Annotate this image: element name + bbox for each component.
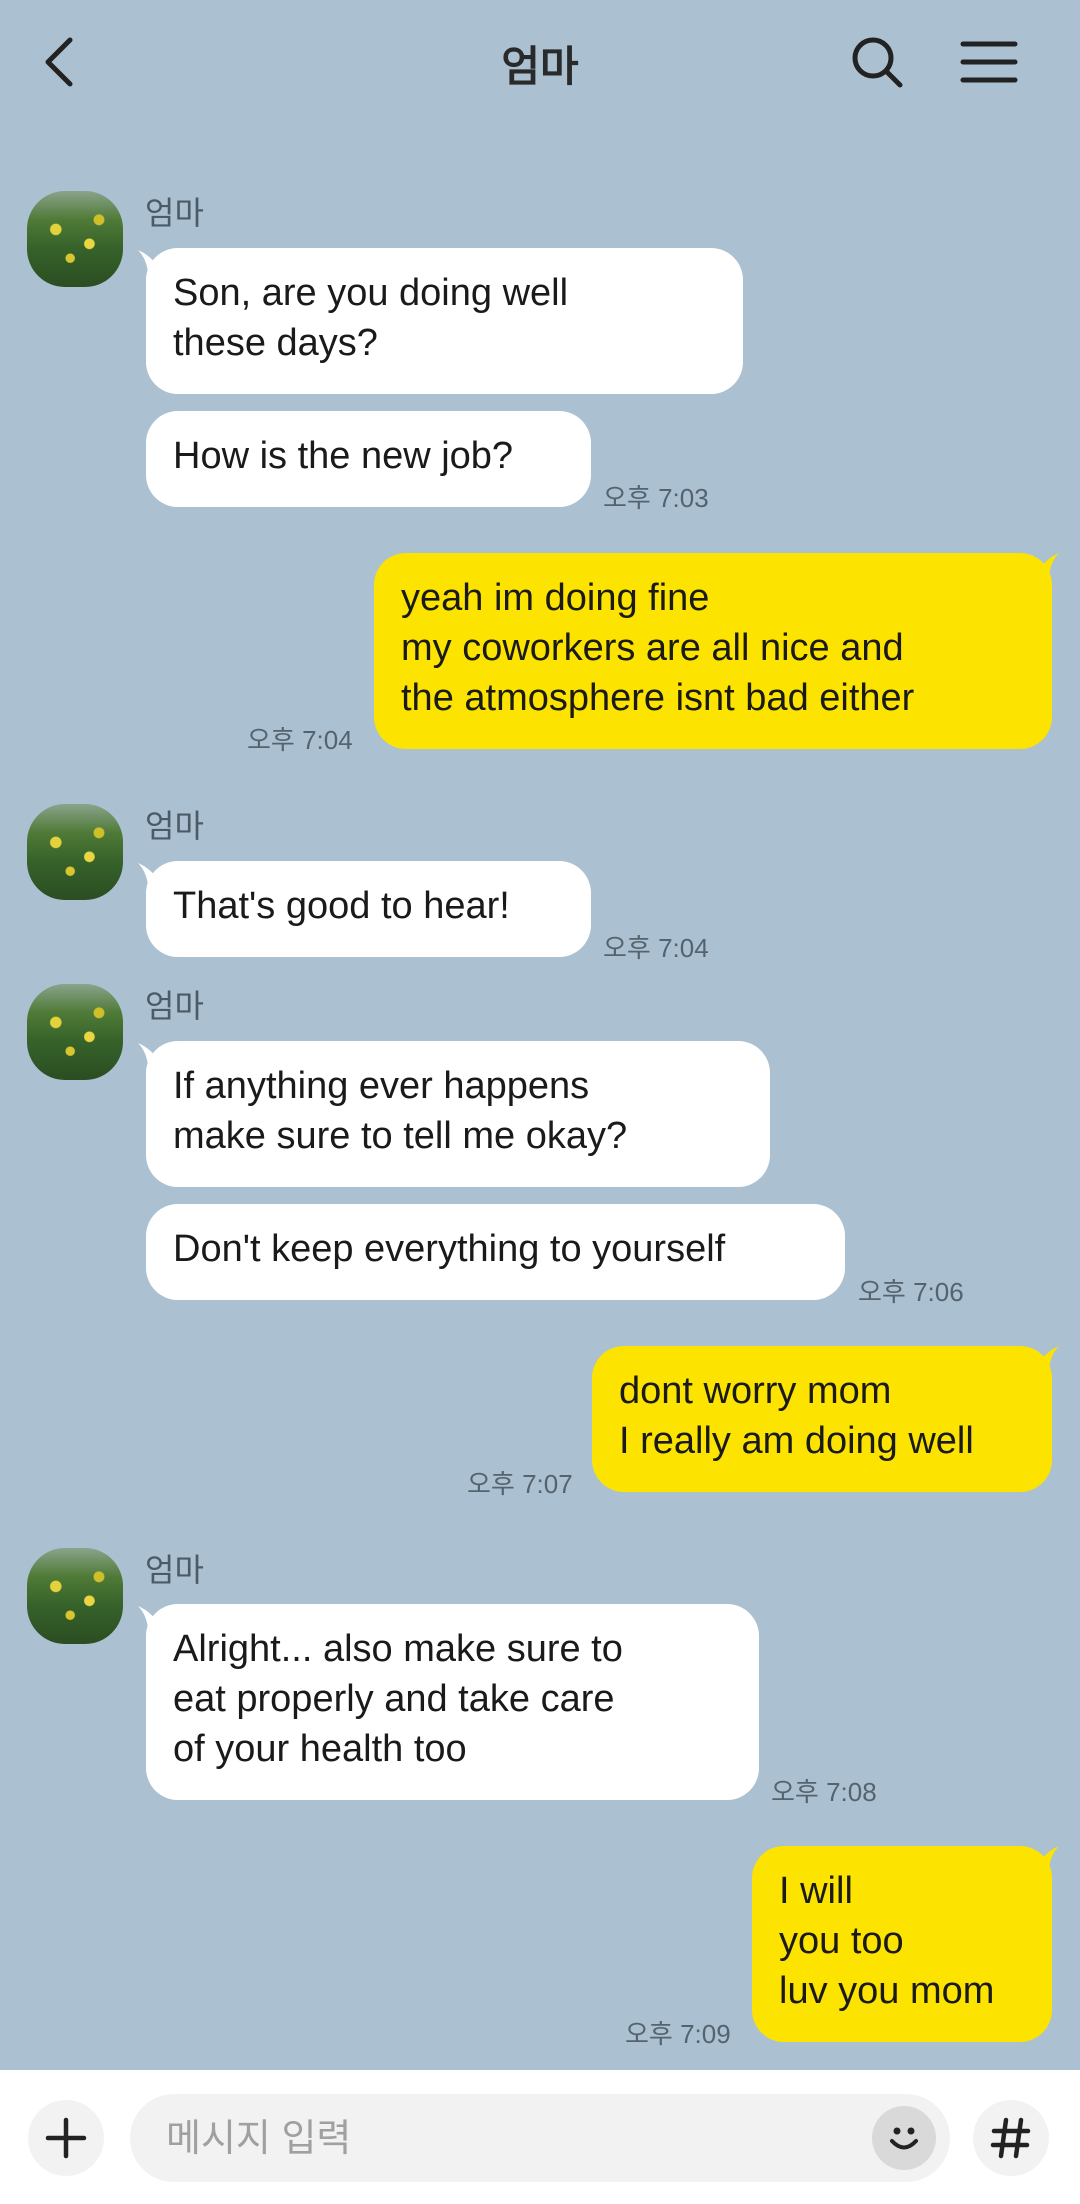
- message-time: 오후 7:08: [771, 1777, 877, 1807]
- message-bubble: Son, are you doing well these days?: [146, 248, 743, 394]
- menu-icon[interactable]: [957, 30, 1021, 94]
- message-bubble: Alright... also make sure to eat properl…: [146, 1604, 759, 1800]
- chat-header: 엄마: [0, 0, 1080, 125]
- message-input[interactable]: [164, 2112, 848, 2166]
- message-field[interactable]: [130, 2094, 950, 2182]
- message-time: 오후 7:07: [467, 1469, 573, 1499]
- bubble-tail: [1037, 1346, 1059, 1368]
- message-time: 오후 7:04: [247, 725, 353, 755]
- hash-icon[interactable]: [973, 2100, 1049, 2176]
- sender-name: 엄마: [145, 988, 204, 1024]
- search-icon[interactable]: [845, 30, 909, 94]
- message-time: 오후 7:06: [858, 1277, 964, 1307]
- avatar[interactable]: [27, 191, 123, 287]
- plus-icon[interactable]: [28, 2100, 104, 2176]
- message-bubble: yeah im doing fine my coworkers are all …: [374, 553, 1052, 749]
- sender-name: 엄마: [145, 195, 204, 231]
- message-input-bar: [0, 2070, 1080, 2204]
- message-bubble: dont worry mom I really am doing well: [592, 1346, 1052, 1492]
- message-bubble: That's good to hear!: [146, 861, 591, 957]
- message-bubble: I will you too luv you mom: [752, 1846, 1052, 2042]
- avatar[interactable]: [27, 984, 123, 1080]
- emoji-icon[interactable]: [872, 2106, 936, 2170]
- message-time: 오후 7:03: [603, 483, 709, 513]
- avatar[interactable]: [27, 804, 123, 900]
- sender-name: 엄마: [145, 808, 204, 844]
- message-time: 오후 7:09: [625, 2019, 731, 2049]
- message-time: 오후 7:04: [603, 933, 709, 963]
- message-bubble: If anything ever happens make sure to te…: [146, 1041, 770, 1187]
- bubble-tail: [1037, 553, 1059, 575]
- chat-title: 엄마: [501, 43, 579, 90]
- message-bubble: How is the new job?: [146, 411, 591, 507]
- sender-name: 엄마: [145, 1552, 204, 1588]
- message-bubble: Don't keep everything to yourself: [146, 1204, 845, 1300]
- avatar[interactable]: [27, 1548, 123, 1644]
- bubble-tail: [1037, 1846, 1059, 1868]
